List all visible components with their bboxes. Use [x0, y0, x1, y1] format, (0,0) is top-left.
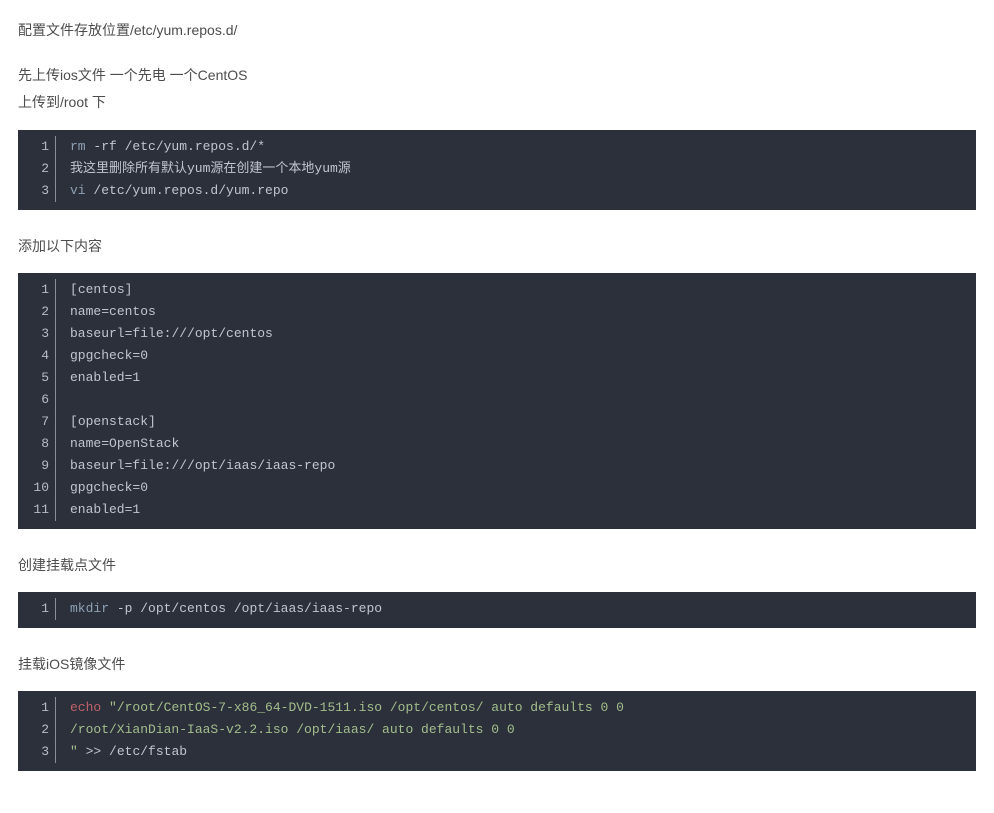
code-lines: mkdir -p /opt/centos /opt/iaas/iaas-repo — [64, 598, 976, 620]
code-token-key: gpgcheck — [70, 348, 132, 363]
line-no: 1 — [28, 136, 56, 158]
line-no: 4 — [28, 345, 56, 367]
code-token-path: /etc/fstab — [109, 744, 187, 759]
code-line: [centos] — [70, 279, 966, 301]
code-token-eq: = — [101, 304, 109, 319]
code-token-path: ///opt/iaas/iaas-repo — [171, 458, 335, 473]
code-token-val: 0 — [140, 480, 148, 495]
line-no: 3 — [28, 323, 56, 345]
code-block-fstab: 1 2 3 echo "/root/CentOS-7-x86_64-DVD-15… — [18, 691, 976, 771]
code-token-cmd: vi — [70, 183, 86, 198]
code-token-key: enabled — [70, 502, 125, 517]
line-no: 2 — [28, 158, 56, 180]
code-token-space — [101, 700, 109, 715]
code-token-eq: = — [101, 436, 109, 451]
code-line: name=OpenStack — [70, 433, 966, 455]
code-token-key: gpgcheck — [70, 480, 132, 495]
line-numbers: 1 2 3 4 5 6 7 8 9 10 11 — [18, 279, 64, 521]
code-token-space — [78, 744, 86, 759]
code-line: enabled=1 — [70, 499, 966, 521]
code-line — [70, 389, 966, 411]
code-line: /root/XianDian-IaaS-v2.2.iso /opt/iaas/ … — [70, 719, 966, 741]
line-numbers: 1 2 3 — [18, 136, 64, 202]
code-token-val: centos — [109, 304, 156, 319]
code-token-bracket: [ — [70, 282, 78, 297]
code-line: gpgcheck=0 — [70, 477, 966, 499]
code-token-args: /etc/yum.repos.d/yum.repo — [86, 183, 289, 198]
code-token-key: baseurl — [70, 326, 125, 341]
code-token-key: enabled — [70, 370, 125, 385]
code-lines: rm -rf /etc/yum.repos.d/* 我这里删除所有默认yum源在创… — [64, 136, 976, 202]
code-line: gpgcheck=0 — [70, 345, 966, 367]
code-line: echo "/root/CentOS-7-x86_64-DVD-1511.iso… — [70, 697, 966, 719]
code-line: " >> /etc/fstab — [70, 741, 966, 763]
line-no: 3 — [28, 741, 56, 763]
code-token-proto: file: — [132, 458, 171, 473]
code-line: baseurl=file:///opt/iaas/iaas-repo — [70, 455, 966, 477]
line-no: 7 — [28, 411, 56, 433]
code-line: vi /etc/yum.repos.d/yum.repo — [70, 180, 966, 202]
paragraph-upload-iso: 先上传ios文件 一个先电 一个CentOS — [18, 63, 976, 88]
line-no: 1 — [28, 279, 56, 301]
code-token-args: -rf /etc/yum.repos.d/* — [86, 139, 265, 154]
paragraph-mount-iso: 挂载iOS镜像文件 — [18, 652, 976, 677]
code-token-comment: 我这里删除所有默认yum源在创建一个本地yum源 — [70, 161, 351, 176]
line-no: 1 — [28, 598, 56, 620]
paragraph-upload-root: 上传到/root 下 — [18, 90, 976, 115]
code-token-val: 1 — [132, 502, 140, 517]
code-block-yum-repo: 1 2 3 4 5 6 7 8 9 10 11 [centos]name=cen… — [18, 273, 976, 529]
code-token-section: centos — [78, 282, 125, 297]
line-no: 10 — [28, 477, 56, 499]
code-token-string: " — [70, 744, 78, 759]
line-no: 5 — [28, 367, 56, 389]
code-line: [openstack] — [70, 411, 966, 433]
line-no: 11 — [28, 499, 56, 521]
paragraph-config-path: 配置文件存放位置/etc/yum.repos.d/ — [18, 18, 976, 43]
code-block-mkdir: 1 mkdir -p /opt/centos /opt/iaas/iaas-re… — [18, 592, 976, 628]
paragraph-create-mount: 创建挂载点文件 — [18, 553, 976, 578]
line-no: 2 — [28, 301, 56, 323]
code-token-bracket: ] — [148, 414, 156, 429]
line-no: 6 — [28, 389, 56, 411]
code-line: rm -rf /etc/yum.repos.d/* — [70, 136, 966, 158]
code-token-proto: file: — [132, 326, 171, 341]
code-line: name=centos — [70, 301, 966, 323]
code-token-key: name — [70, 304, 101, 319]
code-token-redirect: >> — [86, 744, 102, 759]
code-token-cmd: echo — [70, 700, 101, 715]
line-no: 3 — [28, 180, 56, 202]
code-token-val: OpenStack — [109, 436, 179, 451]
paragraph-add-content: 添加以下内容 — [18, 234, 976, 259]
code-lines: [centos]name=centosbaseurl=file:///opt/c… — [64, 279, 976, 521]
line-numbers: 1 — [18, 598, 64, 620]
code-token-space — [101, 744, 109, 759]
code-token-string: /root/XianDian-IaaS-v2.2.iso /opt/iaas/ … — [70, 722, 515, 737]
line-numbers: 1 2 3 — [18, 697, 64, 763]
code-token-val: 0 — [140, 348, 148, 363]
code-line: mkdir -p /opt/centos /opt/iaas/iaas-repo — [70, 598, 966, 620]
code-token-cmd: mkdir — [70, 601, 109, 616]
code-token-bracket: [ — [70, 414, 78, 429]
code-line: baseurl=file:///opt/centos — [70, 323, 966, 345]
line-no: 8 — [28, 433, 56, 455]
code-token-cmd: rm — [70, 139, 86, 154]
code-block-rm-vi: 1 2 3 rm -rf /etc/yum.repos.d/* 我这里删除所有默认… — [18, 130, 976, 210]
code-line: 我这里删除所有默认yum源在创建一个本地yum源 — [70, 158, 966, 180]
code-token-path: ///opt/centos — [171, 326, 272, 341]
code-token-section: openstack — [78, 414, 148, 429]
code-token-args: -p /opt/centos /opt/iaas/iaas-repo — [109, 601, 382, 616]
code-token-string: "/root/CentOS-7-x86_64-DVD-1511.iso /opt… — [109, 700, 624, 715]
code-token-key: baseurl — [70, 458, 125, 473]
code-lines: echo "/root/CentOS-7-x86_64-DVD-1511.iso… — [64, 697, 976, 763]
code-token-bracket: ] — [125, 282, 133, 297]
line-no: 9 — [28, 455, 56, 477]
code-token-val: 1 — [132, 370, 140, 385]
code-line: enabled=1 — [70, 367, 966, 389]
line-no: 1 — [28, 697, 56, 719]
spacer — [18, 45, 976, 63]
code-token-key: name — [70, 436, 101, 451]
line-no: 2 — [28, 719, 56, 741]
